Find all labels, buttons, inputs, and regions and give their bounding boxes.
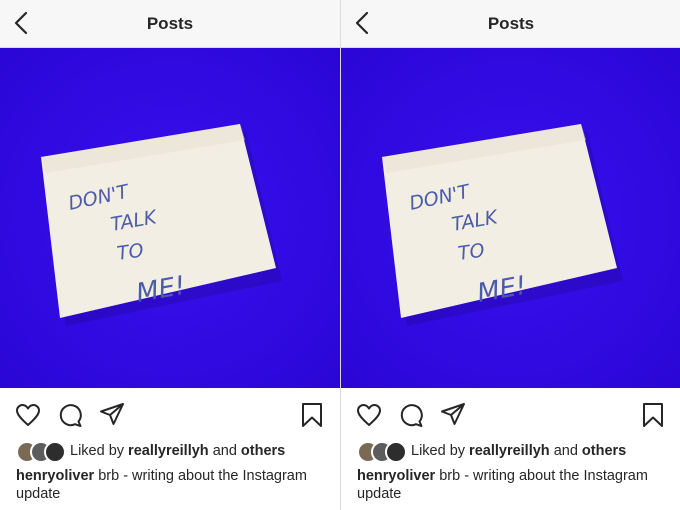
likes-and: and: [553, 443, 578, 459]
liker-avatars[interactable]: [357, 441, 407, 463]
avatar: [44, 441, 66, 463]
avatar: [385, 441, 407, 463]
post-caption: henryoliver brb - writing about the Inst…: [357, 467, 657, 503]
caption-username[interactable]: henryoliver: [16, 468, 94, 484]
post-actions-bar: [341, 392, 680, 436]
comment-icon[interactable]: [56, 401, 84, 429]
liked-by-label: Liked by: [411, 443, 466, 459]
likes-others-link[interactable]: others: [582, 443, 626, 459]
likes-row: Liked by reallyreillyh and others: [16, 440, 285, 463]
share-icon[interactable]: [98, 401, 126, 429]
liker-username[interactable]: reallyreillyh: [469, 443, 550, 459]
likes-and: and: [212, 443, 237, 459]
post-image[interactable]: DON'T TALK TO ME!: [341, 48, 680, 388]
page-title: Posts: [146, 14, 194, 33]
liker-username[interactable]: reallyreillyh: [128, 443, 209, 459]
heart-icon[interactable]: [355, 401, 383, 429]
share-icon[interactable]: [439, 401, 467, 429]
caption-username[interactable]: henryoliver: [357, 468, 435, 484]
likes-others-link[interactable]: others: [241, 443, 285, 459]
post-caption: henryoliver brb - writing about the Inst…: [16, 467, 316, 503]
page-title: Posts: [487, 14, 535, 33]
bookmark-icon[interactable]: [298, 401, 326, 429]
liker-avatars[interactable]: [16, 441, 66, 463]
liked-by-label: Liked by: [70, 443, 125, 459]
post-panel-right: Posts DON'T TALK TO ME! Liked by reallyr…: [340, 0, 680, 510]
comment-icon[interactable]: [397, 401, 425, 429]
likes-row: Liked by reallyreillyh and others: [357, 440, 626, 463]
top-nav-bar: Posts: [0, 0, 340, 48]
post-actions-bar: [0, 392, 340, 436]
bookmark-icon[interactable]: [639, 401, 667, 429]
top-nav-bar: Posts: [341, 0, 680, 48]
note-line-3: TO: [116, 239, 145, 264]
heart-icon[interactable]: [14, 401, 42, 429]
note-line-3: TO: [457, 239, 486, 264]
post-image[interactable]: DON'T TALK TO ME!: [0, 48, 340, 388]
post-panel-left: Posts DON'T TALK TO ME! Liked by reallyr…: [0, 0, 340, 510]
